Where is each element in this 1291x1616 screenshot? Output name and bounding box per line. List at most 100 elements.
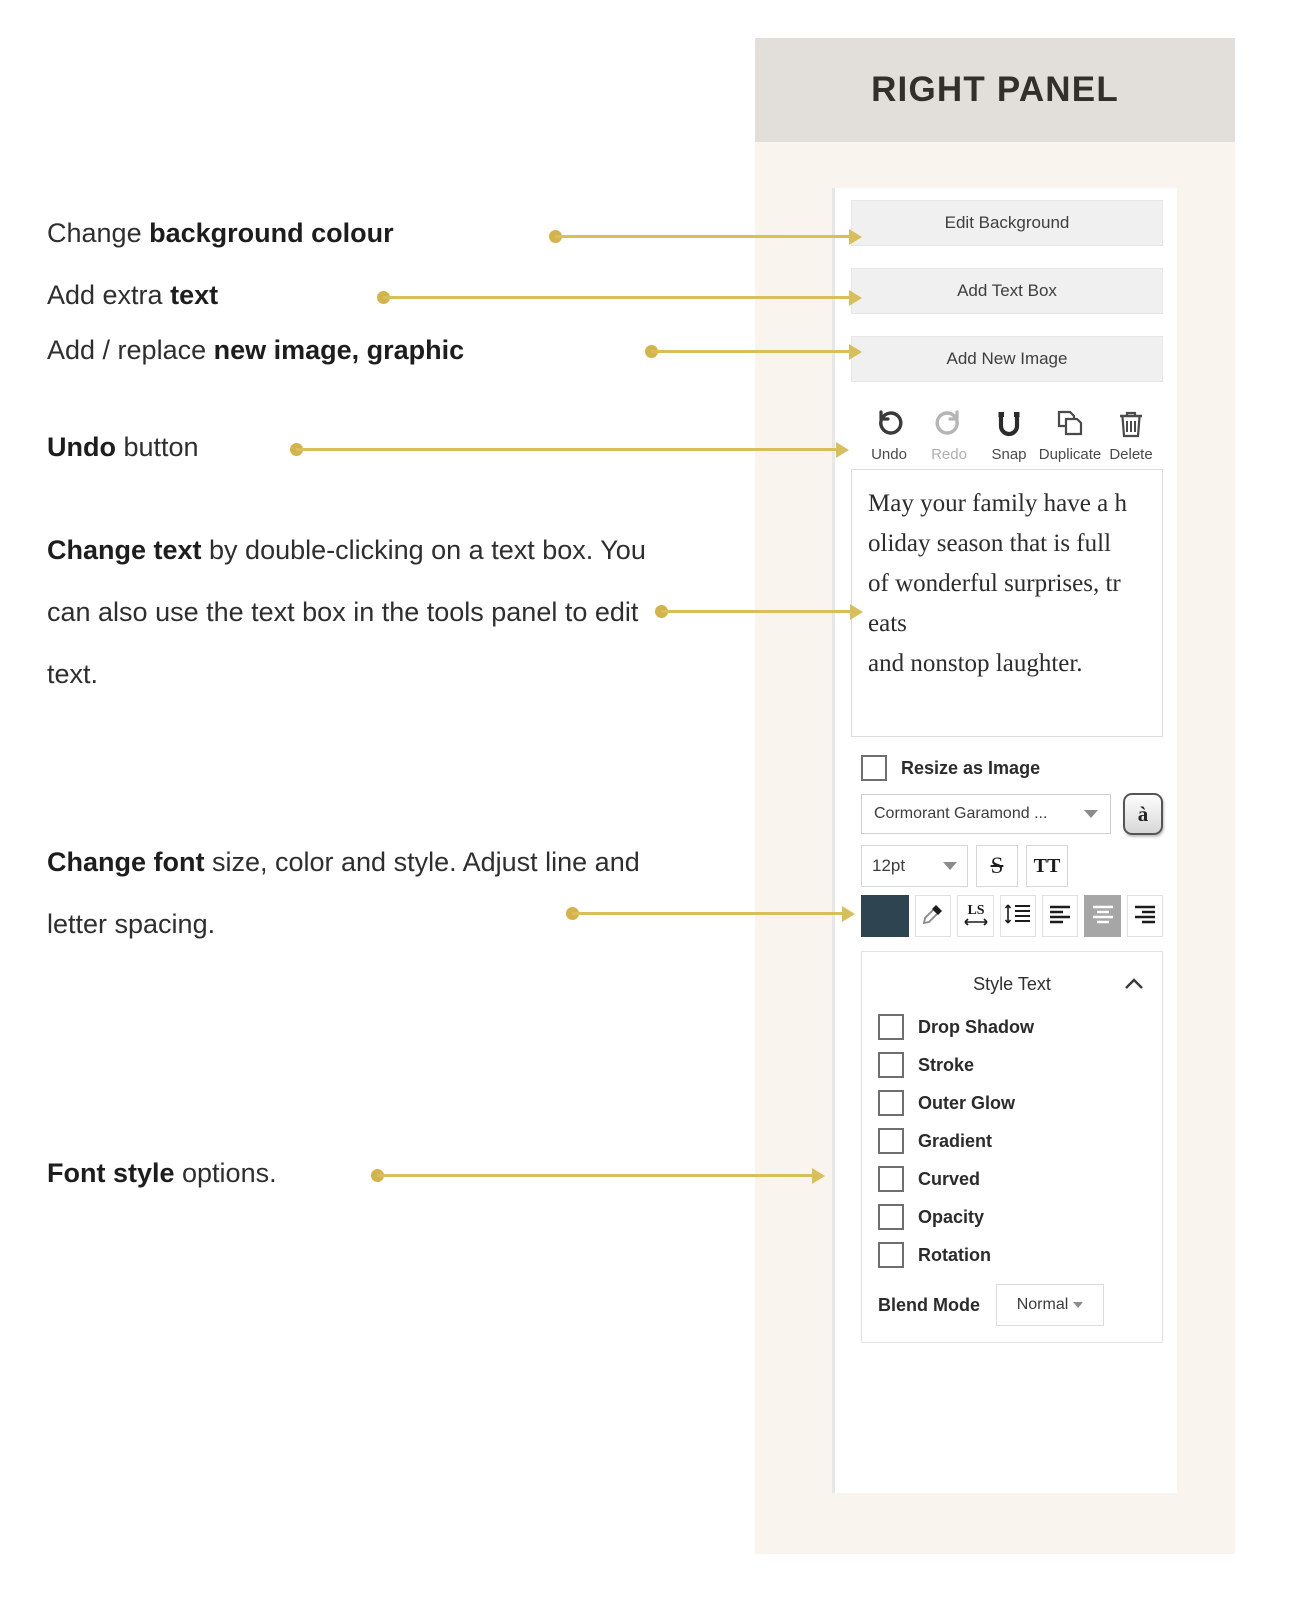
resize-as-image-label: Resize as Image bbox=[901, 757, 1041, 778]
special-characters-button[interactable]: à bbox=[1123, 793, 1163, 835]
font-size-value: 12pt bbox=[872, 856, 906, 875]
text-case-button[interactable]: TT bbox=[1026, 845, 1068, 887]
annotation-emphasis: Change font bbox=[47, 847, 205, 877]
annotation-emphasis: text bbox=[170, 280, 219, 310]
line-spacing-icon bbox=[1003, 900, 1033, 933]
curved-checkbox[interactable] bbox=[878, 1166, 904, 1192]
callout-line bbox=[651, 349, 855, 353]
style-text-header[interactable]: Style Text bbox=[862, 966, 1162, 1002]
font-family-row: Cormorant Garamond ... à bbox=[861, 793, 1163, 835]
style-option-outer-glow[interactable]: Outer Glow bbox=[878, 1090, 1162, 1116]
chevron-down-icon bbox=[943, 862, 957, 870]
text-color-swatch[interactable] bbox=[861, 895, 910, 937]
annotation-text: Add extra bbox=[47, 280, 171, 310]
align-center-icon bbox=[1090, 903, 1116, 930]
redo-icon bbox=[932, 408, 966, 442]
resize-as-image-checkbox[interactable] bbox=[861, 755, 887, 781]
font-size-select[interactable]: 12pt bbox=[861, 845, 968, 887]
annotation-new-image: Add / replace new image, graphic bbox=[47, 319, 667, 381]
blend-mode-select[interactable]: Normal bbox=[996, 1284, 1104, 1326]
strikethrough-button[interactable]: S bbox=[976, 845, 1018, 887]
snap-tool[interactable]: Snap bbox=[979, 408, 1039, 463]
align-center-button[interactable] bbox=[1084, 895, 1121, 937]
chevron-down-icon bbox=[1073, 1302, 1084, 1308]
redo-tool[interactable]: Redo bbox=[919, 408, 979, 463]
outer-glow-checkbox[interactable] bbox=[878, 1090, 904, 1116]
page-title: RIGHT PANEL bbox=[871, 70, 1119, 109]
line-spacing-button[interactable] bbox=[999, 895, 1037, 937]
duplicate-tool[interactable]: Duplicate bbox=[1039, 408, 1101, 463]
style-option-label: Rotation bbox=[918, 1244, 991, 1265]
blend-mode-value: Normal bbox=[1016, 1296, 1069, 1313]
callout-arrow bbox=[850, 604, 863, 620]
annotation-text: Add / replace bbox=[47, 335, 214, 365]
font-size-row: 12pt S TT bbox=[861, 845, 1163, 887]
style-option-label: Drop Shadow bbox=[918, 1016, 1034, 1037]
blend-mode-row: Blend Mode Normal bbox=[878, 1284, 1162, 1326]
gradient-checkbox[interactable] bbox=[878, 1128, 904, 1154]
callout-arrow bbox=[849, 344, 862, 360]
callout-line bbox=[555, 234, 855, 238]
letter-spacing-icon: LS bbox=[961, 900, 991, 933]
opacity-checkbox[interactable] bbox=[878, 1204, 904, 1230]
annotation-emphasis: Change text bbox=[47, 535, 202, 565]
text-format-row: LS bbox=[861, 895, 1164, 937]
style-option-label: Curved bbox=[918, 1168, 981, 1189]
strikethrough-icon: S bbox=[990, 853, 1004, 878]
callout-line bbox=[296, 447, 842, 451]
add-text-box-button[interactable]: Add Text Box bbox=[851, 268, 1163, 314]
style-option-rotation[interactable]: Rotation bbox=[878, 1242, 1162, 1268]
delete-tool[interactable]: Delete bbox=[1101, 408, 1161, 463]
style-option-label: Stroke bbox=[918, 1054, 975, 1075]
style-option-curved[interactable]: Curved bbox=[878, 1166, 1162, 1192]
blend-mode-label: Blend Mode bbox=[878, 1294, 980, 1315]
style-option-label: Opacity bbox=[918, 1206, 985, 1227]
style-text-title: Style Text bbox=[973, 973, 1051, 994]
text-line: oliday season that is full bbox=[868, 530, 1112, 557]
page-root: RIGHT PANEL Edit Background Add Text Box… bbox=[0, 0, 1291, 1616]
annotation-emphasis: Undo bbox=[47, 432, 116, 462]
undo-tool[interactable]: Undo bbox=[859, 408, 919, 463]
annotation-change-text: Change text by double-clicking on a text… bbox=[47, 519, 657, 705]
editor-right-panel: Edit Background Add Text Box Add New Ima… bbox=[832, 188, 1177, 1493]
align-right-icon bbox=[1132, 903, 1158, 930]
edit-background-button[interactable]: Edit Background bbox=[851, 200, 1163, 246]
undo-icon bbox=[872, 408, 906, 442]
callout-line bbox=[383, 295, 855, 299]
text-content-editor[interactable]: May your family have a h oliday season t… bbox=[851, 469, 1163, 737]
style-option-gradient[interactable]: Gradient bbox=[878, 1128, 1162, 1154]
accent-glyph: à bbox=[1137, 801, 1149, 826]
align-left-button[interactable] bbox=[1042, 895, 1079, 937]
font-family-value: Cormorant Garamond ... bbox=[874, 805, 1048, 822]
snap-tool-label: Snap bbox=[991, 446, 1027, 463]
style-option-label: Gradient bbox=[918, 1130, 993, 1151]
chevron-up-icon[interactable] bbox=[1122, 974, 1146, 999]
callout-arrow bbox=[849, 290, 862, 306]
svg-text:LS: LS bbox=[967, 903, 984, 918]
stroke-checkbox[interactable] bbox=[878, 1052, 904, 1078]
undo-tool-label: Undo bbox=[871, 446, 907, 463]
editor-toolbar: Undo Redo Snap Duplicate Delete bbox=[851, 400, 1163, 469]
drop-shadow-checkbox[interactable] bbox=[878, 1014, 904, 1040]
align-right-button[interactable] bbox=[1126, 895, 1164, 937]
text-line: of wonderful surprises, tr bbox=[868, 570, 1121, 597]
callout-arrow bbox=[842, 906, 855, 922]
magnet-icon bbox=[992, 408, 1026, 442]
duplicate-icon bbox=[1053, 408, 1087, 442]
style-option-drop-shadow[interactable]: Drop Shadow bbox=[878, 1014, 1162, 1040]
resize-as-image-row[interactable]: Resize as Image bbox=[861, 755, 1163, 781]
duplicate-tool-label: Duplicate bbox=[1038, 446, 1102, 463]
callout-arrow bbox=[849, 229, 862, 245]
callout-arrow bbox=[836, 442, 849, 458]
font-family-select[interactable]: Cormorant Garamond ... bbox=[861, 794, 1111, 834]
text-line: eats bbox=[868, 610, 907, 637]
style-option-opacity[interactable]: Opacity bbox=[878, 1204, 1162, 1230]
eyedropper-button[interactable] bbox=[915, 895, 952, 937]
add-new-image-button[interactable]: Add New Image bbox=[851, 336, 1163, 382]
letter-spacing-button[interactable]: LS bbox=[957, 895, 994, 937]
rotation-checkbox[interactable] bbox=[878, 1242, 904, 1268]
eyedropper-icon bbox=[921, 902, 945, 931]
callout-line bbox=[377, 1173, 818, 1177]
style-text-section: Style Text Drop Shadow Stroke Outer Glow… bbox=[861, 951, 1163, 1343]
style-option-stroke[interactable]: Stroke bbox=[878, 1052, 1162, 1078]
